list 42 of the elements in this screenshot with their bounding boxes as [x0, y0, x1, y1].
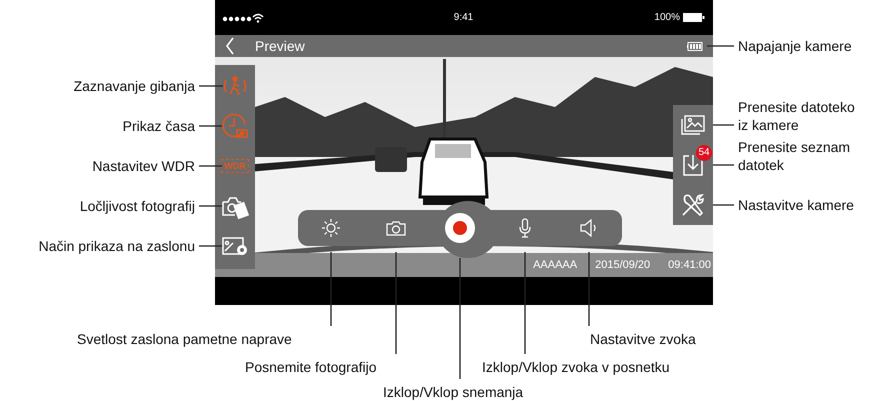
callout-label: Izklop/Vklop zvoka v posnetku: [482, 358, 670, 376]
screen-title: Preview: [255, 38, 306, 54]
leader-line: [199, 205, 222, 207]
battery-percent: 100%: [654, 12, 680, 23]
time-label: 09:41:00: [668, 259, 711, 272]
wdr-icon[interactable]: WDR: [221, 159, 249, 173]
signal-icon: [222, 12, 264, 22]
callout-label: Prenesite datoteko iz kamere: [738, 98, 856, 134]
callout-label: Nastavitev WDR: [92, 157, 195, 175]
brightness-icon[interactable]: [321, 218, 341, 238]
callout-label: Izklop/Vklop snemanja: [383, 383, 524, 401]
camera-icon[interactable]: [386, 220, 406, 236]
leader-line: [199, 85, 223, 87]
date-label: 2015/09/20: [595, 259, 650, 272]
callout-label: Napajanje kamere: [738, 37, 853, 55]
battery-icon: [683, 13, 705, 22]
tools-icon[interactable]: [680, 192, 706, 218]
status-time: 9:41: [454, 12, 474, 23]
camera-battery-icon: [687, 42, 703, 50]
callout-label: Prenesite seznam datotek: [738, 138, 852, 174]
leader-line: [713, 124, 734, 126]
microphone-icon[interactable]: [518, 218, 532, 238]
callout-label: Svetlost zaslona pametne naprave: [77, 330, 292, 348]
leader-line: [199, 125, 222, 127]
callout-label: Način prikaza na zaslonu: [38, 237, 195, 255]
leader-line: [713, 164, 734, 166]
callout-label: Posnemite fotografijo: [245, 358, 377, 376]
leader-line: [707, 45, 734, 47]
count-badge: 54: [696, 145, 712, 161]
callout-label: Zaznavanje gibanja: [74, 77, 195, 95]
callout-label: Nastavitve kamere: [738, 196, 855, 214]
callout-label: Nastavitve zvoka: [590, 330, 696, 348]
leader-line: [713, 204, 734, 206]
back-icon[interactable]: [225, 37, 235, 55]
leader-line: [199, 245, 222, 247]
leader-line: [199, 165, 222, 167]
record-button[interactable]: [445, 213, 475, 243]
image-gear-icon[interactable]: [221, 235, 249, 257]
device-name-label: AAAAAA: [533, 259, 578, 272]
callout-label: Prikaz časa: [122, 117, 195, 135]
callout-label: Ločljivost fotografij: [80, 197, 195, 215]
gallery-icon[interactable]: [681, 115, 705, 135]
